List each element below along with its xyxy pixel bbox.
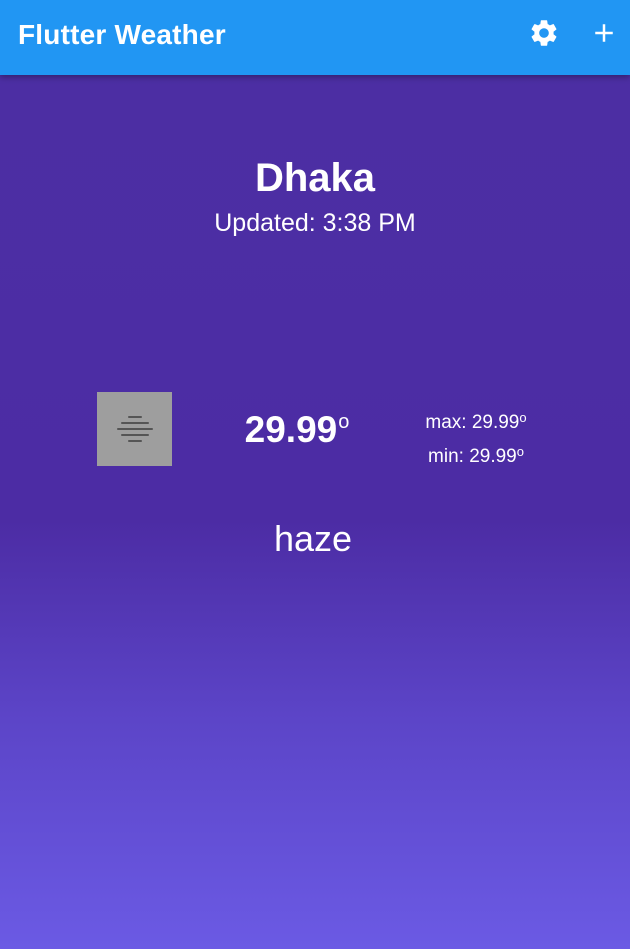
temperature-value: 29.99 [244, 409, 338, 450]
city-name: Dhaka [254, 156, 376, 200]
add-city-button[interactable] [587, 16, 621, 50]
last-updated-text: Updated: 3:38 PM [214, 209, 416, 237]
max-degree-symbol: o [519, 410, 527, 425]
current-temperature: 29.99o [232, 409, 362, 451]
max-temperature: max: 29.99o [400, 403, 552, 437]
min-max-temperature: max: 29.99o min: 29.99o [400, 403, 552, 471]
max-temperature-label: max: 29.99 [425, 412, 520, 433]
min-degree-symbol: o [516, 444, 524, 459]
settings-button[interactable] [527, 16, 561, 50]
degree-symbol: o [338, 411, 350, 433]
app-bar: Flutter Weather [0, 0, 630, 75]
add-icon [595, 24, 613, 42]
weather-condition-tile [97, 392, 172, 466]
haze-icon [116, 416, 153, 442]
weather-screen: Flutter Weather Dhaka Updated: 3:38 PM 2… [0, 0, 630, 949]
weather-condition-text: haze [273, 518, 353, 559]
min-temperature-label: min: 29.99 [428, 446, 517, 467]
app-title: Flutter Weather [18, 19, 226, 50]
min-temperature: min: 29.99o [400, 437, 552, 471]
settings-icon [531, 20, 557, 46]
